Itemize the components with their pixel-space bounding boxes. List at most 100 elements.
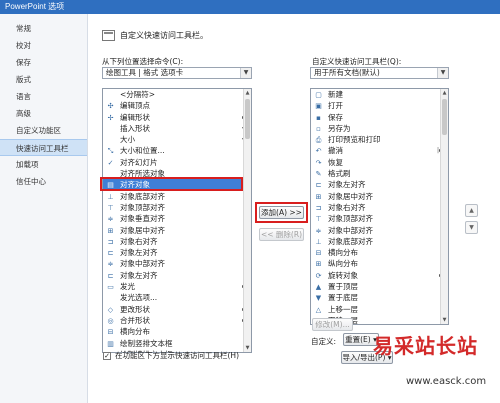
- list-item[interactable]: ⊤ 对象顶部对齐: [103, 202, 251, 213]
- commands-list-scrollbar[interactable]: ▲ ▼: [243, 89, 251, 352]
- nav-item[interactable]: 信任中心: [0, 173, 87, 190]
- list-item[interactable]: ✣ 编辑顶点: [103, 100, 251, 111]
- list-item-label: 对象右对齐: [328, 202, 366, 212]
- move-up-button[interactable]: ▲: [465, 204, 478, 217]
- choose-commands-dropdown[interactable]: 绘图工具 | 格式 选项卡 ▼: [102, 67, 252, 79]
- list-item-label: 纵向分布: [328, 259, 358, 269]
- list-item[interactable]: ⊏ 对象左对齐: [103, 247, 251, 258]
- list-item[interactable]: ◎合并形状▸: [103, 315, 251, 326]
- commands-list[interactable]: <分隔符>✣编辑顶点✢编辑形状▸插入形状▾大小▾⤡大小和位置...✓对齐幻灯片对…: [102, 88, 252, 353]
- list-item[interactable]: ⊥ 对象底部对齐: [311, 236, 448, 247]
- nav-item[interactable]: 校对: [0, 37, 87, 54]
- nav-item[interactable]: 版式: [0, 71, 87, 88]
- checkbox-label: 在功能区下方显示快速访问工具栏(H): [115, 351, 239, 360]
- remove-button[interactable]: << 删除(R): [259, 228, 304, 241]
- list-item[interactable]: <分隔符>: [103, 89, 251, 100]
- list-item[interactable]: 插入形状▾: [103, 123, 251, 134]
- list-item[interactable]: ▪ 保存: [311, 112, 448, 123]
- list-item-label: 更改形状: [120, 304, 150, 314]
- list-item-label: 对象顶部对齐: [328, 214, 373, 224]
- list-item[interactable]: ⊟ 横向分布: [103, 326, 251, 337]
- watermark-text: 易采站长站: [373, 334, 478, 358]
- scroll-down-icon[interactable]: ▼: [244, 344, 251, 352]
- list-item[interactable]: ⟳旋转对象▸: [311, 270, 448, 281]
- list-item[interactable]: 大小▾: [103, 134, 251, 145]
- list-item[interactable]: ⊞ 对象居中对齐: [103, 225, 251, 236]
- list-item[interactable]: ↶撤消|▸: [311, 145, 448, 156]
- list-item-label: 另存为: [328, 123, 351, 133]
- scroll-down-icon[interactable]: ▼: [441, 316, 448, 324]
- list-item[interactable]: ▥ 绘制竖排文本框: [103, 338, 251, 349]
- list-item[interactable]: ≑ 对象中部对齐: [311, 225, 448, 236]
- nav-item[interactable]: 快速访问工具栏: [0, 139, 87, 156]
- list-item-label: 置于顶层: [328, 282, 358, 292]
- list-item-label: 编辑顶点: [120, 101, 150, 111]
- list-item[interactable]: ⊞ 对象居中对齐: [311, 191, 448, 202]
- list-item-label: 对象左对齐: [120, 270, 158, 280]
- list-item-label: <分隔符>: [120, 90, 156, 99]
- list-item[interactable]: ⤡ 大小和位置...: [103, 145, 251, 156]
- list-item[interactable]: ▼ 置于底层: [311, 292, 448, 303]
- nav-item[interactable]: 语言: [0, 88, 87, 105]
- nav-item[interactable]: 自定义功能区: [0, 122, 87, 139]
- modify-button[interactable]: 修改(M)...: [312, 318, 353, 331]
- list-item-label: 对象底部对齐: [328, 236, 373, 246]
- list-item[interactable]: ▫ 另存为: [311, 123, 448, 134]
- scroll-up-icon[interactable]: ▲: [244, 89, 251, 97]
- list-item-label: 插入形状: [120, 123, 150, 133]
- nav-item[interactable]: 常规: [0, 20, 87, 37]
- list-item[interactable]: ⎙ 打印预览和打印: [311, 134, 448, 145]
- list-item[interactable]: 发光选项...: [103, 292, 251, 303]
- move-down-button[interactable]: ▼: [465, 221, 478, 234]
- window-titlebar: PowerPoint 选项: [0, 0, 500, 14]
- list-item[interactable]: ⊥ 对象底部对齐: [103, 191, 251, 202]
- list-item[interactable]: ✢编辑形状▸: [103, 112, 251, 123]
- section-heading: 自定义快速访问工具栏。: [102, 30, 208, 41]
- list-item[interactable]: ⊟ 横向分布: [311, 247, 448, 258]
- list-item[interactable]: △ 上移一层: [311, 304, 448, 315]
- choose-commands-value: 绘图工具 | 格式 选项卡: [106, 68, 184, 77]
- list-item-label: 绘制竖排文本框: [120, 338, 173, 348]
- list-item[interactable]: ▣ 打开: [311, 100, 448, 111]
- list-item-label: 对象居中对齐: [328, 191, 373, 201]
- list-item-label: 对象居中对齐: [120, 225, 165, 235]
- list-item[interactable]: ✓ 对齐幻灯片: [103, 157, 251, 168]
- list-item[interactable]: ▭发光▸: [103, 281, 251, 292]
- nav-item[interactable]: 加载项: [0, 156, 87, 173]
- list-item[interactable]: ⊏ 对象左对齐: [311, 179, 448, 190]
- show-qat-below-ribbon[interactable]: ✓ 在功能区下方显示快速访问工具栏(H): [103, 350, 239, 361]
- scroll-thumb[interactable]: [442, 99, 447, 135]
- heading-text: 自定义快速访问工具栏。: [120, 31, 208, 40]
- list-item[interactable]: ⊤ 对象顶部对齐: [311, 213, 448, 224]
- list-item-label: 打开: [328, 101, 343, 111]
- list-item[interactable]: ≑ 对象中部对齐: [103, 258, 251, 269]
- list-item[interactable]: ✎ 格式刷: [311, 168, 448, 179]
- list-item-label: 大小和位置...: [120, 146, 165, 156]
- list-item[interactable]: ⊐ 对象右对齐: [311, 202, 448, 213]
- list-item[interactable]: ≑ 对象垂直对齐: [103, 213, 251, 224]
- watermark-url: www.easck.com: [406, 376, 487, 387]
- list-item-label: 恢复: [328, 157, 343, 167]
- list-item-label: 对象底部对齐: [120, 191, 165, 201]
- list-item-label: 大小: [120, 135, 135, 145]
- list-item-label: 旋转对象: [328, 270, 358, 280]
- list-item-label: 置于底层: [328, 293, 358, 303]
- list-item[interactable]: ▲ 置于顶层: [311, 281, 448, 292]
- list-item[interactable]: ⊐ 对象右对齐: [103, 236, 251, 247]
- scroll-up-icon[interactable]: ▲: [441, 89, 448, 97]
- list-item[interactable]: ↷ 恢复: [311, 157, 448, 168]
- list-item[interactable]: ◇更改形状▸: [103, 304, 251, 315]
- customize-qat-dropdown[interactable]: 用于所有文档(默认) ▼: [310, 67, 449, 79]
- list-item-label: 对象顶部对齐: [120, 202, 165, 212]
- list-item[interactable]: ⊏ 对象左对齐: [103, 270, 251, 281]
- qat-list[interactable]: ▢新建▣打开▪保存▫另存为⎙打印预览和打印↶撤消|▸↷恢复✎格式刷⊏对象左对齐⊞…: [310, 88, 449, 325]
- list-item[interactable]: ▢ 新建: [311, 89, 448, 100]
- list-item-label: 对齐幻灯片: [120, 157, 158, 167]
- qat-list-scrollbar[interactable]: ▲ ▼: [440, 89, 448, 324]
- list-item[interactable]: ⊞ 纵向分布: [311, 258, 448, 269]
- scroll-thumb[interactable]: [245, 99, 250, 139]
- checkbox-icon[interactable]: ✓: [103, 351, 111, 360]
- nav-item[interactable]: 高级: [0, 105, 87, 122]
- nav-item[interactable]: 保存: [0, 54, 87, 71]
- list-item-label: 编辑形状: [120, 112, 150, 122]
